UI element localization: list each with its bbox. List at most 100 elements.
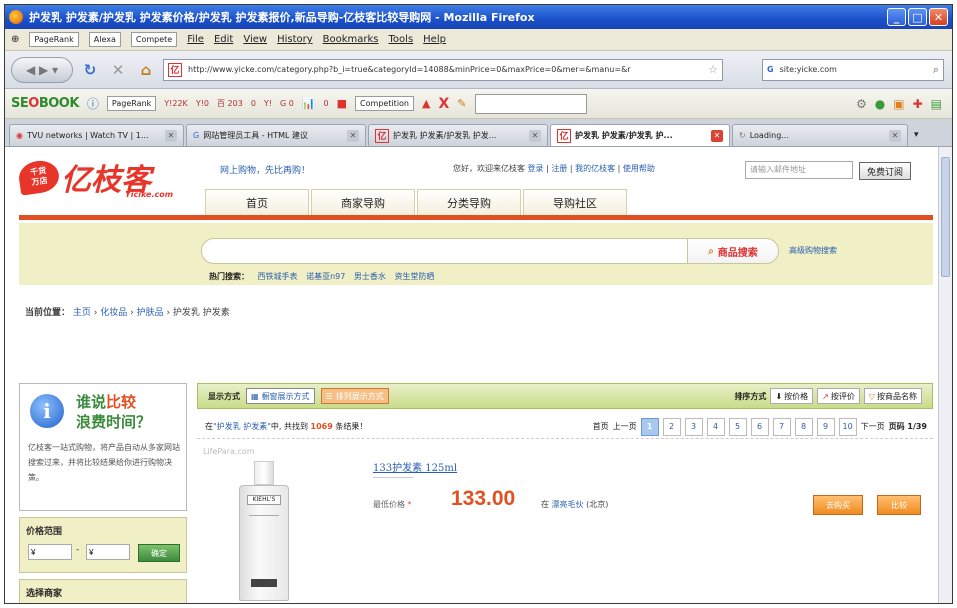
web-search-box[interactable]: G site:yicke.com ⌕ [762, 58, 944, 81]
tab-close-icon[interactable]: ✕ [529, 129, 541, 142]
menu-view[interactable]: View [243, 34, 267, 45]
flag-icon[interactable]: ■ [337, 97, 347, 110]
chart-icon[interactable]: 📊 [302, 97, 316, 110]
advanced-search-link[interactable]: 高级购物搜索 [789, 245, 837, 256]
merchant-link[interactable]: 漂亮毛伙 [552, 500, 584, 509]
tab-yicke-1[interactable]: 亿 护发乳 护发素/护发乳 护发... ✕ [368, 124, 548, 146]
minimize-button[interactable]: _ [887, 8, 906, 26]
tool-3-icon[interactable]: ▣ [893, 97, 904, 111]
stat-yahoo-pages[interactable]: Y!0 [196, 99, 209, 108]
tool-5-icon[interactable]: ▤ [931, 97, 942, 111]
hot-search-link[interactable]: 男士香水 [354, 272, 386, 281]
sort-name-button[interactable]: ▽ 按商品名称 [863, 388, 922, 404]
list-view-button[interactable]: ☰ 排列展示方式 [320, 388, 389, 404]
info-circle-icon[interactable]: ⓘ [87, 95, 99, 112]
tab-yicke-active[interactable]: 亿 护发乳 护发素/护发乳 护... ✕ [550, 124, 730, 146]
tab-list-icon[interactable]: ▾ [914, 130, 919, 140]
edit-icon[interactable]: ✎ [457, 97, 466, 110]
stat-google[interactable]: G 0 [280, 99, 294, 108]
price-to-input[interactable] [86, 544, 130, 560]
product-search-input[interactable] [201, 238, 689, 264]
stop-icon[interactable]: ✕ [107, 59, 129, 81]
email-subscribe-input[interactable]: 请输入邮件地址 [745, 161, 853, 179]
stat-yahoo[interactable]: Y! [264, 99, 272, 108]
seo-pagerank-button[interactable]: PageRank [106, 96, 157, 111]
help-link[interactable]: 使用帮助 [623, 164, 655, 173]
tab-webmaster[interactable]: G 网站管理员工具 - HTML 建议 ✕ [186, 124, 366, 146]
tab-close-icon[interactable]: ✕ [165, 129, 177, 142]
bookmark-star-icon[interactable]: ☆ [708, 63, 718, 76]
tab-tvu[interactable]: ◉ TVU networks | Watch TV | 1... ✕ [9, 124, 184, 146]
breadcrumb-link[interactable]: 主页 [73, 308, 91, 318]
menu-history[interactable]: History [277, 34, 313, 45]
reload-icon[interactable]: ↻ [79, 59, 101, 81]
vertical-scrollbar[interactable] [938, 147, 952, 603]
product-search-button[interactable]: ⌕ 商品搜索 [687, 238, 779, 264]
seo-input[interactable] [474, 93, 587, 114]
menu-file[interactable]: File [187, 34, 204, 45]
home-icon[interactable]: ⌂ [135, 59, 157, 81]
price-from-input[interactable] [28, 544, 72, 560]
tool-4-icon[interactable]: ✚ [913, 97, 923, 111]
price-go-button[interactable]: 确定 [138, 544, 180, 562]
login-link[interactable]: 登录 [528, 164, 544, 173]
url-bar[interactable]: 亿 http://www.yicke.com/category.php?b_i=… [163, 58, 723, 81]
hot-search-link[interactable]: 西铁城手表 [258, 272, 298, 281]
stat-yahoo-links[interactable]: Y!22K [164, 99, 188, 108]
pagerank-button[interactable]: PageRank [29, 32, 79, 47]
close-window-button[interactable]: ✕ [929, 8, 948, 26]
hot-search-link[interactable]: 诺基亚n97 [306, 272, 345, 281]
page-7[interactable]: 7 [772, 417, 791, 436]
tool-2-icon[interactable]: ● [875, 97, 885, 111]
tab-close-icon[interactable]: ✕ [711, 129, 723, 142]
competition-button[interactable]: Competition [355, 96, 415, 111]
subscribe-button[interactable]: 免费订阅 [859, 162, 911, 180]
first-page-link[interactable]: 首页 [593, 421, 609, 432]
menu-bookmarks[interactable]: Bookmarks [323, 34, 379, 45]
page-6[interactable]: 6 [750, 417, 769, 436]
page-5[interactable]: 5 [728, 417, 747, 436]
tool-1-icon[interactable]: ⚙ [856, 97, 867, 111]
sort-price-button[interactable]: ⬇ 按价格 [770, 388, 814, 404]
stat-index[interactable]: 0 [251, 99, 256, 108]
nav-community[interactable]: 导购社区 [523, 189, 627, 215]
tab-loading[interactable]: ↻ Loading... ✕ [732, 124, 908, 146]
x-icon[interactable]: X [438, 96, 449, 112]
page-4[interactable]: 4 [706, 417, 725, 436]
tab-close-icon[interactable]: ✕ [889, 129, 901, 142]
compare-button[interactable]: 比较 [877, 495, 921, 515]
grid-view-button[interactable]: ▦ 橱窗展示方式 [246, 388, 315, 404]
hot-search-link[interactable]: 资生堂防晒 [394, 272, 434, 281]
prev-page-link[interactable]: 上一页 [613, 421, 637, 432]
tab-close-icon[interactable]: ✕ [347, 129, 359, 142]
page-1[interactable]: 1 [640, 417, 659, 436]
select-merchant-heading[interactable]: 选择商家 [19, 579, 187, 603]
menu-edit[interactable]: Edit [214, 34, 233, 45]
register-link[interactable]: 注册 [551, 164, 567, 173]
page-10[interactable]: 10 [838, 417, 857, 436]
nav-merchants[interactable]: 商家导购 [311, 189, 415, 215]
go-buy-button[interactable]: 去购买 [813, 495, 863, 515]
my-account-link[interactable]: 我的亿枝客 [575, 164, 615, 173]
product-title-link[interactable]: 133护发素 125ml [373, 459, 457, 474]
stat-other[interactable]: 0 [324, 99, 329, 108]
page-8[interactable]: 8 [794, 417, 813, 436]
page-3[interactable]: 3 [684, 417, 703, 436]
alexa-button[interactable]: Alexa [88, 32, 121, 47]
sort-rating-button[interactable]: ↗ 按评价 [817, 388, 860, 404]
breadcrumb-link[interactable]: 化妆品 [100, 308, 127, 318]
page-2[interactable]: 2 [662, 417, 681, 436]
back-forward-button[interactable]: ◀ ▶ ▾ [11, 56, 73, 83]
next-page-link[interactable]: 下一页 [861, 421, 885, 432]
compete-button[interactable]: Compete [130, 32, 178, 47]
menu-help[interactable]: Help [423, 34, 446, 45]
search-icon[interactable]: ⌕ [933, 63, 939, 77]
hat-icon[interactable]: ▲ [422, 97, 430, 110]
scrollbar-thumb[interactable] [941, 157, 950, 277]
maximize-button[interactable]: □ [908, 8, 927, 26]
breadcrumb-link[interactable]: 护肤品 [137, 308, 164, 318]
menu-tools[interactable]: Tools [389, 34, 414, 45]
product-image[interactable]: KIEHL'S [239, 461, 289, 601]
nav-categories[interactable]: 分类导购 [417, 189, 521, 215]
stat-baidu[interactable]: 百 203 [217, 98, 243, 109]
